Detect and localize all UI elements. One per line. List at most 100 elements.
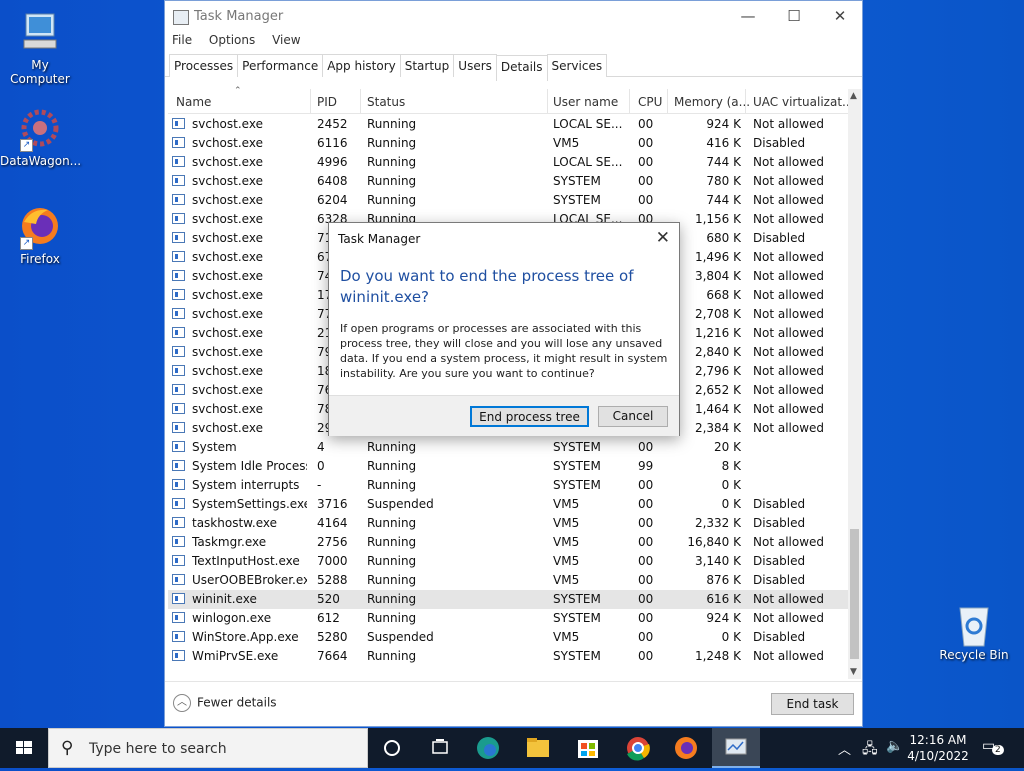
column-header-uac[interactable]: UAC virtualizat... [753,95,853,109]
show-hidden-icons-chevron-icon[interactable]: ︿ [838,739,851,758]
process-icon [172,650,185,661]
table-row[interactable]: SystemSettings.exe 3716 Suspended VM5 00 0 K D… [168,495,848,514]
store-icon[interactable] [564,728,612,768]
cell-pid: 0 [317,459,325,473]
process-icon [172,365,185,376]
cell-uac: Not allowed [753,288,825,302]
file-explorer-icon[interactable] [514,728,562,768]
cell-cpu: 00 [638,440,654,454]
dialog-close-icon[interactable]: ✕ [656,228,670,248]
start-button[interactable] [0,728,48,768]
column-header-status[interactable]: Status [367,95,405,109]
table-row[interactable]: System interrupts - Running SYSTEM 00 0 K [168,476,848,495]
process-icon [172,612,185,623]
tab-startup[interactable]: Startup [399,54,455,77]
network-icon[interactable]: 🖧 [862,738,878,762]
table-row[interactable]: wininit.exe 520 Running SYSTEM 00 616 K Not al… [168,590,848,609]
cell-memory: 744 K [706,193,741,207]
clock[interactable]: 12:16 AM 4/10/2022 [906,732,970,764]
tab-app-history[interactable]: App history [322,54,401,77]
table-row[interactable]: System Idle Process 0 Running SYSTEM 99 8 K [168,457,848,476]
tab-users[interactable]: Users [453,54,497,77]
table-row[interactable]: svchost.exe 2452 Running LOCAL SE... 00 924 K… [168,115,848,134]
end-task-button[interactable]: End task [771,693,854,715]
cell-name: System interrupts [192,478,300,492]
edge-icon[interactable] [464,728,512,768]
column-header-pid[interactable]: PID [317,95,337,109]
cell-uac: Disabled [753,554,806,568]
tab-processes[interactable]: Processes [169,54,239,77]
fewer-details-link[interactable]: ︿ Fewer details [173,694,277,712]
taskbar-search-box[interactable]: ⚲ Type here to search [48,728,368,768]
cell-status: Running [367,611,417,625]
firefox-taskbar-icon[interactable] [662,728,710,768]
minimize-button[interactable]: — [725,1,771,33]
cell-uac: Not allowed [753,592,825,606]
clock-time: 12:16 AM [909,733,967,747]
cell-status: Running [367,459,417,473]
menu-view[interactable]: View [272,33,300,47]
desktop-icon-my-computer[interactable]: My Computer [0,10,80,86]
chrome-icon[interactable] [614,728,662,768]
scrollbar-thumb[interactable] [850,529,859,659]
maximize-button[interactable]: ☐ [771,1,817,33]
table-row[interactable]: svchost.exe 4996 Running LOCAL SE... 00 744 K… [168,153,848,172]
table-row[interactable]: svchost.exe 6116 Running VM5 00 416 K Disabled [168,134,848,153]
cell-status: Running [367,573,417,587]
column-header-cpu[interactable]: CPU [638,95,662,109]
process-icon [172,327,185,338]
table-row[interactable]: System 4 Running SYSTEM 00 20 K [168,438,848,457]
close-button[interactable]: ✕ [817,1,863,33]
table-header: ⌃ Name PID Status User name CPU Memory (… [168,86,853,114]
table-row[interactable]: Taskmgr.exe 2756 Running VM5 00 16,840 K Not a… [168,533,848,552]
vertical-scrollbar[interactable]: ▲ ▼ [848,89,861,679]
cell-user-name: VM5 [553,573,580,587]
table-row[interactable]: svchost.exe 6408 Running SYSTEM 00 780 K Not a… [168,172,848,191]
action-center-button[interactable]: ▭ 2 [982,738,1004,755]
desktop-icon-datawagon[interactable]: ↗ DataWagon... [0,106,81,168]
table-row[interactable]: TextInputHost.exe 7000 Running VM5 00 3,140 K… [168,552,848,571]
desktop-icon-recycle-bin[interactable]: Recycle Bin [934,600,1014,662]
title-bar[interactable]: Task Manager — ☐ ✕ [165,1,862,33]
column-header-memory[interactable]: Memory (a... [674,95,750,109]
desktop-icon-firefox[interactable]: ↗ Firefox [0,204,80,266]
tab-services[interactable]: Services [546,54,608,77]
cortana-icon[interactable] [368,728,416,768]
cell-user-name: SYSTEM [553,459,601,473]
table-row[interactable]: svchost.exe 6204 Running SYSTEM 00 744 K Not a… [168,191,848,210]
desktop-icon-label: My Computer [10,58,70,86]
cell-user-name: LOCAL SE... [553,117,623,131]
column-header-name[interactable]: Name [176,95,211,109]
cell-cpu: 00 [638,117,654,131]
cell-cpu: 00 [638,193,654,207]
scroll-up-icon[interactable]: ▲ [850,91,857,101]
scroll-down-icon[interactable]: ▼ [850,667,857,677]
cell-uac: Not allowed [753,269,825,283]
cell-status: Suspended [367,630,434,644]
process-icon [172,384,185,395]
cell-uac: Disabled [753,516,806,530]
notification-count-badge: 2 [992,745,1004,755]
volume-icon[interactable]: 🔈 [886,738,903,754]
task-view-icon[interactable] [416,728,464,768]
menu-options[interactable]: Options [209,33,255,47]
task-manager-taskbar-icon[interactable] [712,728,760,768]
shortcut-arrow-icon: ↗ [20,237,33,250]
menu-file[interactable]: File [172,33,192,47]
table-row[interactable]: taskhostw.exe 4164 Running VM5 00 2,332 K Disa… [168,514,848,533]
process-icon [172,118,185,129]
table-row[interactable]: WmiPrvSE.exe 7664 Running SYSTEM 00 1,248 K No… [168,647,848,666]
table-row[interactable]: winlogon.exe 612 Running SYSTEM 00 924 K Not a… [168,609,848,628]
cancel-button[interactable]: Cancel [598,406,668,427]
table-row[interactable]: UserOOBEBroker.exe 5288 Running VM5 00 876 K D… [168,571,848,590]
column-header-user-name[interactable]: User name [553,95,618,109]
cell-name: svchost.exe [192,174,263,188]
process-icon [172,593,185,604]
end-process-tree-button[interactable]: End process tree [470,406,589,427]
tab-performance[interactable]: Performance [237,54,324,77]
table-row[interactable]: WinStore.App.exe 5280 Suspended VM5 00 0 K Dis… [168,628,848,647]
tab-bar: Processes Performance App history Startup Us… [165,51,862,81]
taskbar: ⚲ Type here to search ︿ 🖧 🔈 12:16 AM 4/1… [0,728,1024,768]
tab-details[interactable]: Details [495,55,548,81]
process-icon [172,346,185,357]
